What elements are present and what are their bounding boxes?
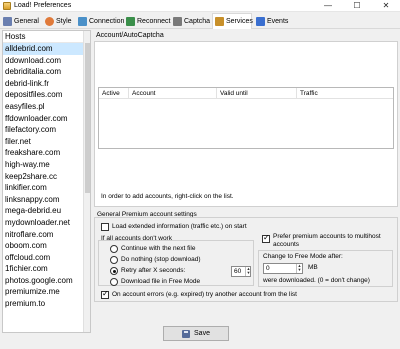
host-item[interactable]: high-way.me	[3, 159, 83, 171]
close-button[interactable]: ✕	[372, 0, 400, 12]
save-disk-icon	[182, 329, 191, 338]
scroll-thumb[interactable]	[85, 43, 90, 193]
captcha-icon	[173, 17, 182, 26]
on-error-label: On account errors (e.g. expired) try ano…	[112, 291, 297, 298]
gear-icon	[3, 17, 12, 26]
host-item[interactable]: premiumize.me	[3, 286, 83, 298]
tab-label: Style	[56, 18, 72, 25]
host-item[interactable]: filer.net	[3, 136, 83, 148]
host-item[interactable]: nitroflare.com	[3, 229, 83, 241]
radio-continue[interactable]	[110, 245, 118, 253]
host-item[interactable]: linksnappy.com	[3, 194, 83, 206]
title-bar: Load! Preferences — ☐ ✕	[0, 0, 400, 12]
column-valid-until[interactable]: Valid until	[217, 88, 297, 99]
option-retry-label: Retry after X seconds:	[121, 267, 186, 274]
maximize-button[interactable]: ☐	[343, 0, 371, 12]
tab-connection[interactable]: Connection	[76, 15, 125, 28]
option-continue-label: Continue with the next file	[121, 245, 196, 252]
accounts-table[interactable]: Active Account Valid until Traffic	[98, 87, 394, 149]
tab-label: Connection	[89, 18, 125, 25]
reconnect-icon	[126, 17, 135, 26]
free-mode-note: were downloaded. (0 = don't change)	[263, 277, 370, 284]
host-item[interactable]: debriditalia.com	[3, 66, 83, 78]
load-extended-label: Load extended information (traffic etc.)…	[112, 223, 247, 230]
tab-events[interactable]: Events	[254, 15, 288, 28]
host-item[interactable]: ffdownloader.com	[3, 113, 83, 125]
host-item[interactable]: ddownload.com	[3, 55, 83, 67]
column-account[interactable]: Account	[129, 88, 217, 99]
host-item[interactable]: 1fichier.com	[3, 263, 83, 275]
host-item[interactable]: mydownloader.net	[3, 217, 83, 229]
tab-label: General	[14, 18, 39, 25]
column-active[interactable]: Active	[99, 88, 129, 99]
events-icon	[256, 17, 265, 26]
host-item[interactable]: linkifier.com	[3, 182, 83, 194]
premium-settings-box: Load extended information (traffic etc.)…	[94, 217, 398, 302]
host-item[interactable]: alldebrid.com	[3, 43, 83, 55]
host-item[interactable]: depositfiles.com	[3, 89, 83, 101]
retry-seconds-spinner[interactable]: ▲ ▼	[245, 267, 251, 276]
host-item[interactable]: debrid-link.fr	[3, 78, 83, 90]
window-title: Load! Preferences	[14, 2, 72, 9]
host-item[interactable]: filefactory.com	[3, 124, 83, 136]
host-item[interactable]: mega-debrid.eu	[3, 205, 83, 217]
accounts-hint: In order to add accounts, right-click on…	[101, 193, 234, 200]
column-traffic[interactable]: Traffic	[297, 88, 393, 99]
host-item[interactable]: offcloud.com	[3, 252, 83, 264]
host-item[interactable]: keep2share.cc	[3, 171, 83, 183]
host-item[interactable]: freakshare.com	[3, 147, 83, 159]
palette-icon	[45, 17, 54, 26]
hosts-list: alldebrid.com ddownload.com debriditalia…	[3, 43, 83, 310]
account-panel: Active Account Valid until Traffic In or…	[94, 41, 398, 207]
tab-services[interactable]: Services	[212, 13, 253, 29]
services-icon	[215, 17, 224, 26]
radio-do-nothing[interactable]	[110, 256, 118, 264]
option-do-nothing-label: Do nothing (stop download)	[121, 256, 201, 263]
change-free-label: Change to Free Mode after:	[263, 253, 343, 260]
tab-label: Reconnect	[137, 18, 171, 25]
host-item[interactable]: premium.to	[3, 298, 83, 310]
account-autocaptcha-label: Account/AutoCaptcha	[96, 32, 164, 39]
option-free-mode-label: Download file in Free Mode	[121, 278, 201, 285]
tab-captcha[interactable]: Captcha	[171, 15, 211, 28]
tab-general[interactable]: General	[1, 15, 41, 28]
host-item[interactable]: photos.google.com	[3, 275, 83, 287]
network-icon	[78, 17, 87, 26]
tab-bar: General Style Connection Reconnect Captc…	[0, 12, 400, 29]
load-extended-checkbox[interactable]	[101, 223, 109, 231]
hosts-header: Hosts	[3, 31, 83, 43]
on-error-checkbox[interactable]	[101, 289, 109, 299]
prefer-premium-checkbox[interactable]	[262, 233, 270, 243]
tab-label: Services	[226, 18, 253, 25]
tab-label: Events	[267, 18, 289, 25]
radio-retry[interactable]	[110, 267, 118, 275]
save-button[interactable]: Save	[163, 326, 229, 341]
host-item[interactable]: easyfiles.pl	[3, 101, 83, 113]
free-mode-group: Change to Free Mode after: 0 ▲ ▼ MB were …	[258, 250, 393, 287]
app-icon	[3, 2, 11, 10]
free-mb-spinner[interactable]: ▲ ▼	[296, 264, 302, 273]
radio-free-mode[interactable]	[110, 278, 118, 286]
tab-label: Captcha	[184, 18, 211, 25]
mb-unit-label: MB	[308, 264, 318, 271]
tab-reconnect[interactable]: Reconnect	[124, 15, 171, 28]
hosts-scrollbar[interactable]	[83, 31, 90, 332]
minimize-button[interactable]: —	[314, 0, 342, 12]
save-label: Save	[194, 330, 210, 337]
prefer-premium-label: Prefer premium accounts to multihost acc…	[273, 233, 381, 248]
host-item[interactable]: oboom.com	[3, 240, 83, 252]
if-fail-group: Continue with the next file Do nothing (…	[98, 240, 254, 286]
hosts-list-panel: Hosts alldebrid.com ddownload.com debrid…	[2, 30, 91, 333]
tab-style[interactable]: Style	[43, 15, 73, 28]
